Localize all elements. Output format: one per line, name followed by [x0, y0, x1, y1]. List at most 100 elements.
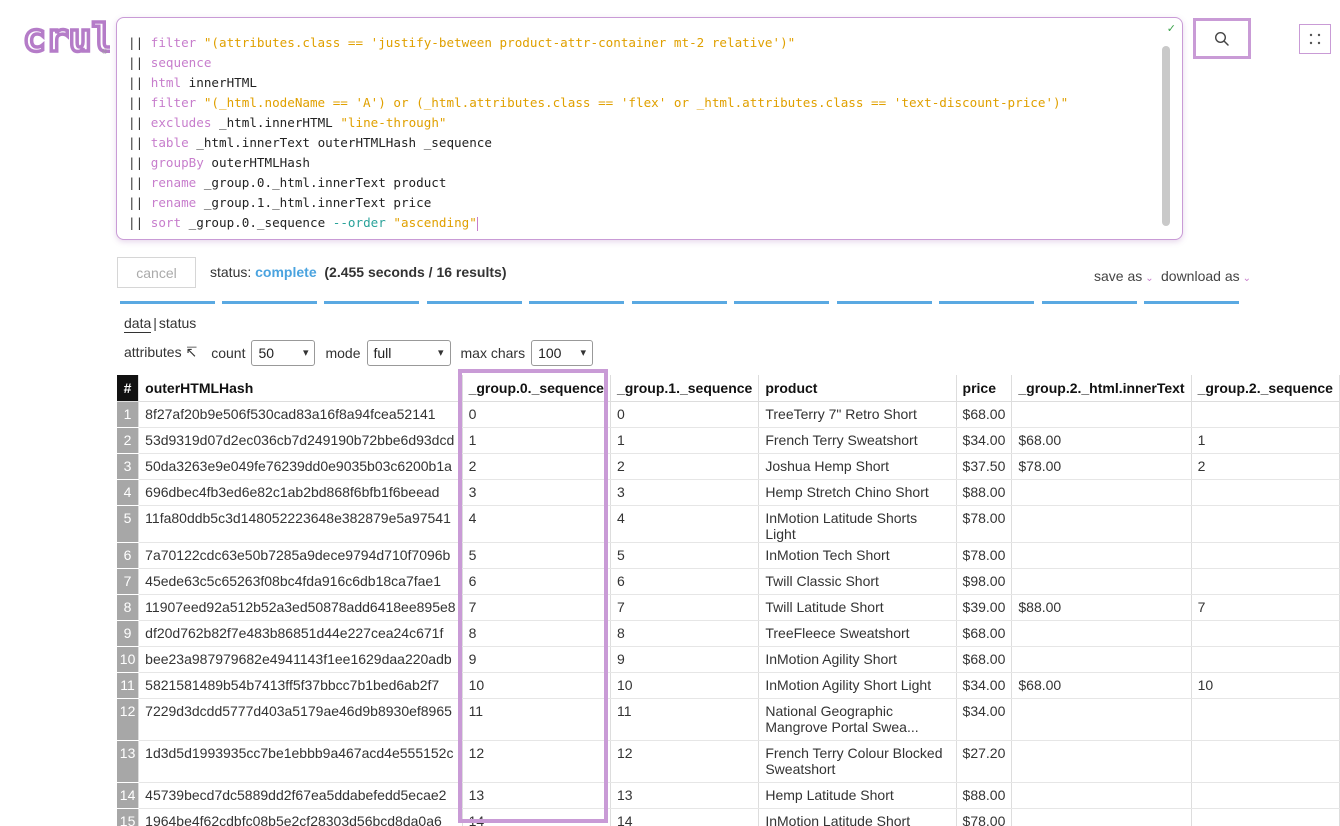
table-cell: 0 [462, 401, 611, 428]
row-index: 14 [117, 782, 140, 809]
table-cell [1011, 646, 1192, 673]
stage-bar[interactable] [1042, 301, 1137, 304]
table-cell [1011, 740, 1192, 783]
query-line[interactable]: || sort _group.0._sequence --order "asce… [128, 213, 1068, 233]
table-cell: 696dbec4fb3ed6e82c1ab2bd868f6bfb1f6beead [138, 479, 463, 506]
table-cell: 5821581489b54b7413ff5f37bbcc7b1bed6ab2f7 [138, 672, 463, 699]
table-row[interactable]: 7 45ede63c5c65263f08bc4fda916c6db18ca7fae… [117, 568, 1340, 595]
query-code[interactable]: || filter "(attributes.class == 'justify… [128, 33, 1068, 233]
run-query-button[interactable] [1193, 18, 1251, 59]
column-header[interactable]: price [956, 375, 1013, 402]
table-cell: TreeTerry 7" Retro Short [758, 401, 957, 428]
table-cell: 11907eed92a512b52a3ed50878add6418ee895e8 [138, 594, 463, 621]
table-cell: 3 [610, 479, 760, 506]
save-as-dropdown[interactable]: save as ⌄ [1094, 268, 1154, 284]
table-row[interactable]: 8 11907eed92a512b52a3ed50878add6418ee895e… [117, 594, 1340, 621]
table-row[interactable]: 13 1d3d5d1993935cc7be1ebbb9a467acd4e55515… [117, 740, 1340, 783]
table-row[interactable]: 9 df20d762b82f7e483b86851d44e227cea24c671… [117, 620, 1340, 647]
table-row[interactable]: 1 8f27af20b9e506f530cad83a16f8a94fcea5214… [117, 401, 1340, 428]
query-line[interactable]: || sequence [128, 53, 1068, 73]
column-header[interactable]: _group.2._html.innerText [1011, 375, 1192, 402]
table-cell: $68.00 [1011, 427, 1192, 454]
stage-bar[interactable] [529, 301, 624, 304]
svg-text:®: ® [102, 48, 108, 56]
query-editor[interactable]: || filter "(attributes.class == 'justify… [116, 17, 1183, 240]
table-row[interactable]: 6 7a70122cdc63e50b7285a9dece9794d710f7096… [117, 542, 1340, 569]
table-cell: $39.00 [956, 594, 1013, 621]
table-controls: attributes ↸ count 50 ▾ mode full ▾ max ch… [124, 339, 603, 366]
results-table-container[interactable]: # outerHTMLHash _group.0._sequence _group.1… [117, 375, 1340, 826]
query-line[interactable]: || filter "(_html.nodeName == 'A') or (_… [128, 93, 1068, 113]
table-cell: TreeFleece Sweatshort [758, 620, 957, 647]
download-as-dropdown[interactable]: download as ⌄ [1161, 268, 1251, 284]
table-row[interactable]: 14 45739becd7dc5889dd2f67ea5ddabefedd5eca… [117, 782, 1340, 809]
stage-bars [120, 301, 1240, 305]
query-line[interactable]: || filter "(attributes.class == 'justify… [128, 33, 1068, 53]
results-table: # outerHTMLHash _group.0._sequence _group.1… [117, 375, 1340, 826]
table-cell [1191, 401, 1340, 428]
menu-button[interactable] [1299, 24, 1331, 54]
editor-scrollbar[interactable] [1162, 46, 1170, 226]
tab-data[interactable]: data [124, 315, 152, 333]
attributes-toggle[interactable]: attributes ↸ [124, 344, 197, 361]
stage-bar[interactable] [222, 301, 317, 304]
table-cell [1191, 740, 1340, 783]
column-header[interactable]: _group.2._sequence [1191, 375, 1340, 402]
code-token: table [150, 135, 197, 150]
code-token: || [128, 175, 151, 190]
column-header[interactable]: _group.0._sequence [462, 375, 611, 402]
code-token: || [128, 215, 151, 230]
stage-bar[interactable] [120, 301, 215, 304]
row-index: 4 [117, 479, 140, 506]
row-index-header[interactable]: # [117, 375, 140, 402]
cancel-button[interactable]: cancel [117, 257, 196, 288]
status-state: complete [255, 264, 317, 280]
table-cell: $78.00 [956, 542, 1013, 569]
table-cell: $98.00 [956, 568, 1013, 595]
max-chars-select[interactable]: 100 ▾ [531, 339, 594, 366]
save-as-label: save as [1094, 268, 1143, 284]
stage-bar[interactable] [324, 301, 419, 304]
table-cell [1011, 401, 1192, 428]
table-cell [1191, 542, 1340, 569]
table-row[interactable]: 2 53d9319d07d2ec036cb7d249190b72bbe6d93dc… [117, 427, 1340, 454]
tab-status[interactable]: status [159, 315, 196, 331]
query-line[interactable]: || table _html.innerText outerHTMLHash _… [128, 133, 1068, 153]
stage-bar[interactable] [632, 301, 727, 304]
table-cell: $68.00 [956, 646, 1013, 673]
max-chars-label: max chars [460, 344, 526, 361]
code-token: html [150, 75, 189, 90]
table-cell [1191, 505, 1340, 543]
chevron-down-icon: ⌄ [1145, 273, 1154, 284]
stage-bar[interactable] [939, 301, 1034, 304]
table-row[interactable]: 5 11fa80ddb5c3d148052223648e382879e5a9754… [117, 505, 1340, 543]
mode-select[interactable]: full ▾ [366, 339, 451, 366]
table-cell: InMotion Agility Short [758, 646, 957, 673]
row-index: 1 [117, 401, 140, 428]
stage-bar[interactable] [837, 301, 932, 304]
table-row[interactable]: 12 7229d3dcdd5777d403a5179ae46d9b8930ef89… [117, 698, 1340, 741]
stage-bar[interactable] [1144, 301, 1239, 304]
table-row[interactable]: 11 5821581489b54b7413ff5f37bbcc7b1bed6ab2… [117, 672, 1340, 699]
code-token: groupBy [150, 155, 212, 170]
table-cell: National Geographic Mangrove Portal Swea… [758, 698, 957, 741]
stage-bar[interactable] [734, 301, 829, 304]
table-row[interactable]: 3 50da3263e9e049fe76239dd0e9035b03c6200b1… [117, 453, 1340, 480]
stage-bar[interactable] [427, 301, 522, 304]
table-row[interactable]: 10 bee23a987979682e4941143f1ee1629daa220a… [117, 646, 1340, 673]
count-select[interactable]: 50 ▾ [251, 339, 316, 366]
table-row[interactable]: 15 1964be4f62cdbfc08b5e2cf28303d56bcd8da0… [117, 808, 1340, 826]
query-line[interactable]: || groupBy outerHTMLHash [128, 153, 1068, 173]
query-line[interactable]: || rename _group.1._html.innerText price [128, 193, 1068, 213]
column-header[interactable]: _group.1._sequence [610, 375, 760, 402]
table-row[interactable]: 4 696dbec4fb3ed6e82c1ab2bd868f6bfb1f6beea… [117, 479, 1340, 506]
column-header[interactable]: outerHTMLHash [138, 375, 463, 402]
table-cell: 1 [462, 427, 611, 454]
query-line[interactable]: || rename _group.0._html.innerText produ… [128, 173, 1068, 193]
table-cell: $34.00 [956, 672, 1013, 699]
table-cell: 2 [1191, 453, 1340, 480]
query-line[interactable]: || excludes _html.innerHTML "line-throug… [128, 113, 1068, 133]
table-cell: 9 [610, 646, 760, 673]
column-header[interactable]: product [758, 375, 957, 402]
query-line[interactable]: || html innerHTML [128, 73, 1068, 93]
